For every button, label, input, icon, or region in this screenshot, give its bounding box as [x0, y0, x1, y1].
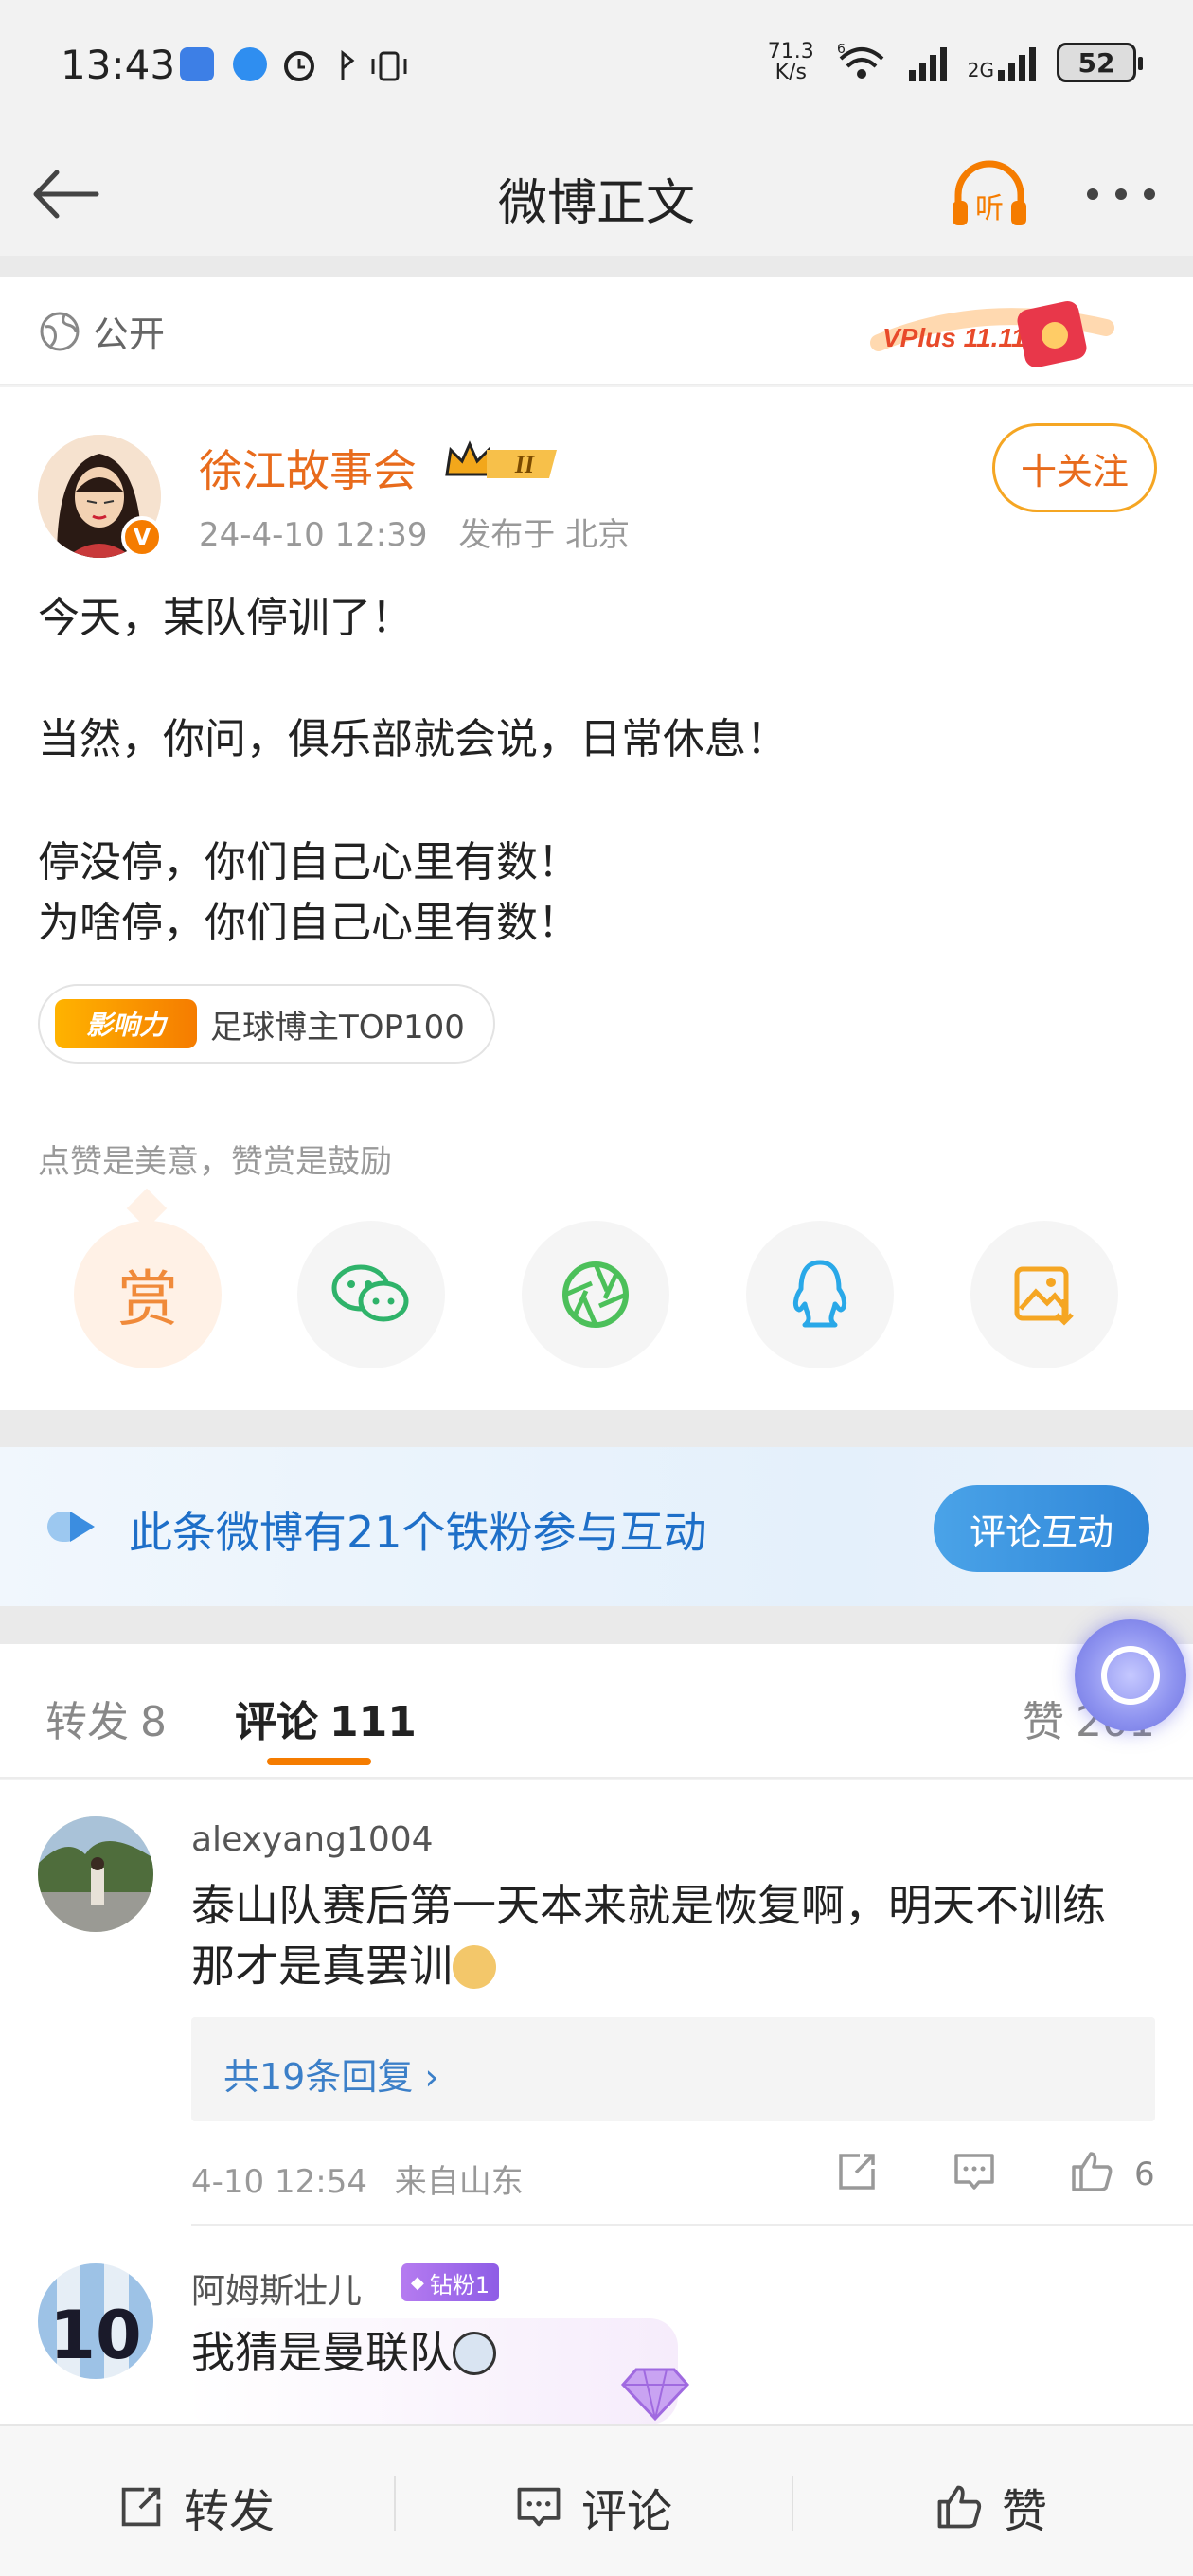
view-replies-button[interactable]: 共19条回复 › [191, 2017, 1155, 2121]
bottom-divider [394, 2476, 396, 2531]
influence-tag-text: 足球博主TOP100 [210, 1008, 465, 1046]
svg-text:听: 听 [975, 192, 1004, 225]
comment-interact-button[interactable]: 评论互动 [934, 1485, 1149, 1572]
floating-assistant-button[interactable] [1075, 1619, 1186, 1731]
nav-bar: 微博正文 听 [0, 133, 1193, 256]
signal-bars-1-icon [908, 44, 947, 81]
moments-shutter-icon [562, 1261, 629, 1328]
cloud-notification-icon [233, 47, 267, 81]
panda-emoji-icon [453, 2332, 496, 2375]
follow-button[interactable]: 十关注 [992, 423, 1157, 512]
commenter-avatar[interactable] [38, 1816, 153, 1932]
repost-icon [121, 2487, 161, 2527]
comment-list: alexyang1004 泰山队赛后第一天本来就是恢复啊，明天不训练那才是真罢训… [0, 1780, 1193, 2424]
commenter-name[interactable]: 阿姆斯壮儿 [191, 2263, 362, 2313]
image-download-icon [1014, 1266, 1074, 1326]
more-options-icon[interactable] [1087, 180, 1163, 208]
status-time: 13:43 [61, 42, 176, 88]
comment-divider [191, 2224, 1193, 2226]
share-row: 赏 [0, 1221, 1193, 1372]
app-notification-icon [180, 47, 214, 81]
verified-badge-icon: V [121, 516, 163, 558]
divider [0, 1606, 1193, 1644]
share-wechat-button[interactable] [297, 1221, 445, 1368]
fan-level-badge: ◆ 钻粉1 [401, 2263, 500, 2301]
post-text-line: 为啥停，你们自己心里有数！ [38, 899, 579, 947]
signal-bars-2-icon: 2G [968, 44, 1036, 81]
diamond-decoration-icon [620, 2368, 690, 2422]
fans-interaction-banner[interactable]: 此条微博有21个铁粉参与互动 评论互动 [0, 1447, 1193, 1606]
listen-headphones-icon[interactable]: 听 [947, 153, 1032, 239]
commenter-avatar[interactable]: 10 [38, 2263, 153, 2379]
vplus-promo-banner[interactable]: VPlus 11.11 [869, 290, 1115, 375]
bottom-divider [792, 2476, 793, 2531]
tab-comments[interactable]: 评论 111 [235, 1688, 417, 1748]
repost-comment-icon[interactable] [833, 2148, 881, 2195]
globe-icon [40, 312, 80, 350]
post-text-line: 当然，你问，俱乐部就会说，日常休息！ [38, 715, 788, 763]
like-button[interactable]: 赞 [934, 2474, 1047, 2540]
bottom-action-bar: 转发 评论 赞 [0, 2424, 1193, 2576]
comment-like-count: 6 [1134, 2156, 1155, 2193]
battery-indicator: 52 [1057, 43, 1143, 82]
reward-button[interactable]: 赏 [74, 1221, 222, 1368]
share-qq-button[interactable] [746, 1221, 894, 1368]
active-tab-indicator [267, 1758, 371, 1765]
post-location: 发布于 北京 [458, 516, 631, 554]
praise-hint: 点赞是美意，赞赏是鼓励 [38, 1143, 392, 1181]
save-image-button[interactable] [970, 1221, 1118, 1368]
visibility-bar: 公开 VPlus 11.11 [0, 277, 1193, 385]
comment-meta: 4-10 12:54 来自山东 [191, 2156, 524, 2202]
svg-text:6: 6 [837, 44, 846, 57]
author-name[interactable]: 徐江故事会 [199, 437, 417, 499]
post-date: 24-4-10 12:39 [199, 516, 428, 554]
share-moments-button[interactable] [522, 1221, 669, 1368]
crown-rank-badge-icon: II [445, 440, 557, 478]
post-meta: 24-4-10 12:39 发布于 北京 [199, 509, 630, 555]
post-text-line: 今天，某队停训了！ [38, 594, 413, 642]
influence-tag[interactable]: 影响力 足球博主TOP100 [38, 984, 495, 1064]
comment-text: 泰山队赛后第一天本来就是恢复啊，明天不训练那才是真罢训 [191, 1880, 1106, 1992]
status-right-group: 71.3 K/s 6 2G 52 [767, 40, 1143, 84]
divider [0, 256, 1193, 277]
doge-emoji-icon [453, 1945, 496, 1989]
tab-reposts[interactable]: 转发 8 [45, 1688, 167, 1748]
comment-date: 4-10 12:54 [191, 2163, 367, 2201]
like-thumb-icon [937, 2485, 982, 2529]
svg-text:II: II [514, 451, 535, 478]
wechat-icon [331, 1264, 409, 1322]
status-bar: 13:43 71.3 K/s 6 2G 52 [0, 0, 1193, 133]
repost-button[interactable]: 转发 [116, 2474, 275, 2540]
post-text-line: 停没停，你们自己心里有数！ [38, 838, 579, 886]
divider [0, 1410, 1193, 1447]
comment-source: 来自山东 [394, 2163, 524, 2201]
like-comment-icon[interactable] [1068, 2148, 1115, 2195]
post-tabs: 转发8 评论111 赞201 [0, 1644, 1193, 1779]
alarm-bluetooth-vibrate-icons [284, 49, 407, 81]
wifi-icon: 6 [837, 44, 884, 79]
fans-arrow-icon [47, 1512, 95, 1542]
qq-penguin-icon [792, 1260, 847, 1328]
svg-text:10: 10 [49, 2297, 141, 2374]
visibility-public: 公开 [38, 305, 165, 357]
reply-comment-icon[interactable] [951, 2148, 998, 2195]
net-speed: 71.3 K/s [767, 40, 814, 84]
svg-text:VPlus 11.11: VPlus 11.11 [882, 323, 1026, 352]
fans-banner-text: 此条微博有21个铁粉参与互动 [129, 1507, 707, 1558]
commenter-name[interactable]: alexyang1004 [191, 1820, 434, 1859]
comment-button[interactable]: 评论 [513, 2474, 672, 2540]
post-card: V 徐江故事会 II 24-4-10 12:39 发布于 北京 十关注 今天，某… [0, 387, 1193, 1410]
influence-badge: 影响力 [55, 999, 197, 1048]
comment-icon [517, 2487, 561, 2527]
